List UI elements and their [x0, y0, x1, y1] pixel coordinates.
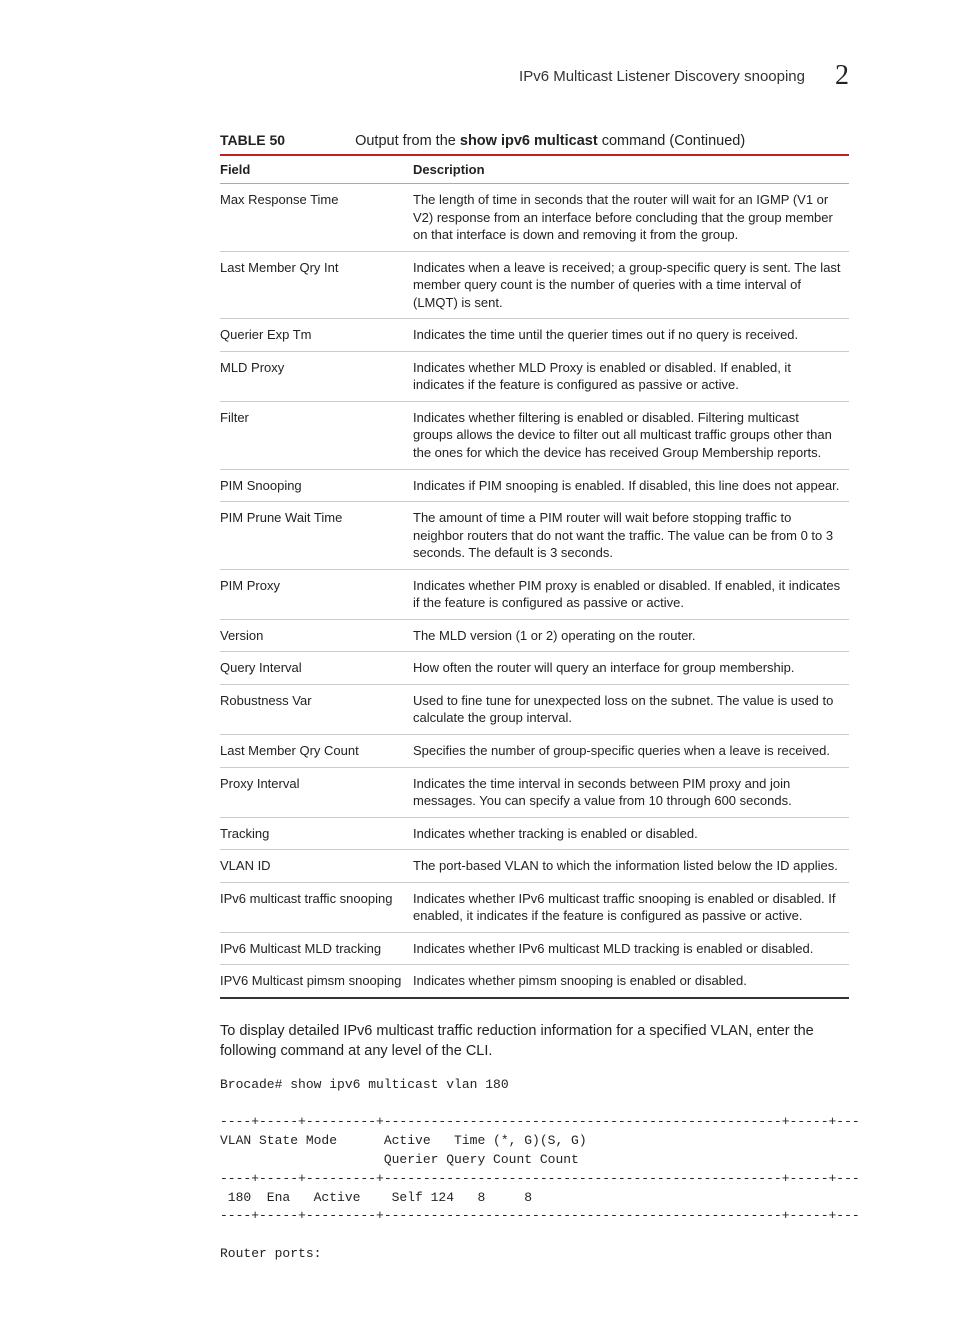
table-row: Last Member Qry IntIndicates when a leav…	[220, 251, 849, 319]
field-cell: Max Response Time	[220, 184, 413, 252]
field-cell: Tracking	[220, 817, 413, 850]
table-caption: TABLE 50 Output from the show ipv6 multi…	[220, 132, 849, 149]
field-cell: VLAN ID	[220, 850, 413, 883]
field-cell: Proxy Interval	[220, 767, 413, 817]
col-header-description: Description	[413, 155, 849, 184]
table-header-row: Field Description	[220, 155, 849, 184]
col-header-field: Field	[220, 155, 413, 184]
description-cell: The amount of time a PIM router will wai…	[413, 502, 849, 570]
page: IPv6 Multicast Listener Discovery snoopi…	[0, 0, 954, 1324]
description-cell: Indicates whether PIM proxy is enabled o…	[413, 569, 849, 619]
caption-suffix: command (Continued)	[598, 133, 746, 149]
description-cell: Indicates the time until the querier tim…	[413, 319, 849, 352]
table-row: MLD ProxyIndicates whether MLD Proxy is …	[220, 351, 849, 401]
table-row: PIM ProxyIndicates whether PIM proxy is …	[220, 569, 849, 619]
field-cell: PIM Snooping	[220, 469, 413, 502]
table-row: Robustness VarUsed to fine tune for unex…	[220, 684, 849, 734]
page-header: IPv6 Multicast Listener Discovery snoopi…	[220, 60, 849, 92]
table-row: TrackingIndicates whether tracking is en…	[220, 817, 849, 850]
description-cell: How often the router will query an inter…	[413, 652, 849, 685]
field-cell: Last Member Qry Count	[220, 735, 413, 768]
table-row: Max Response TimeThe length of time in s…	[220, 184, 849, 252]
description-cell: Indicates if PIM snooping is enabled. If…	[413, 469, 849, 502]
table-row: VLAN IDThe port-based VLAN to which the …	[220, 850, 849, 883]
field-cell: MLD Proxy	[220, 351, 413, 401]
description-cell: Indicates whether IPv6 multicast traffic…	[413, 882, 849, 932]
table-description: Output from the show ipv6 multicast comm…	[355, 133, 745, 149]
table-row: IPv6 multicast traffic snoopingIndicates…	[220, 882, 849, 932]
description-cell: Indicates whether tracking is enabled or…	[413, 817, 849, 850]
field-cell: Last Member Qry Int	[220, 251, 413, 319]
description-cell: The length of time in seconds that the r…	[413, 184, 849, 252]
field-cell: Query Interval	[220, 652, 413, 685]
description-cell: Indicates whether pimsm snooping is enab…	[413, 965, 849, 998]
caption-prefix: Output from the	[355, 133, 460, 149]
table-row: VersionThe MLD version (1 or 2) operatin…	[220, 619, 849, 652]
table-label: TABLE 50	[220, 132, 285, 148]
field-cell: PIM Proxy	[220, 569, 413, 619]
description-cell: Indicates the time interval in seconds b…	[413, 767, 849, 817]
table-row: PIM Prune Wait TimeThe amount of time a …	[220, 502, 849, 570]
description-cell: Indicates whether filtering is enabled o…	[413, 401, 849, 469]
description-cell: Indicates when a leave is received; a gr…	[413, 251, 849, 319]
field-cell: Filter	[220, 401, 413, 469]
field-cell: IPv6 multicast traffic snooping	[220, 882, 413, 932]
field-cell: PIM Prune Wait Time	[220, 502, 413, 570]
description-cell: The port-based VLAN to which the informa…	[413, 850, 849, 883]
description-cell: The MLD version (1 or 2) operating on th…	[413, 619, 849, 652]
table-row: Proxy IntervalIndicates the time interva…	[220, 767, 849, 817]
field-cell: IPv6 Multicast MLD tracking	[220, 932, 413, 965]
table-row: PIM SnoopingIndicates if PIM snooping is…	[220, 469, 849, 502]
description-cell: Indicates whether IPv6 multicast MLD tra…	[413, 932, 849, 965]
description-cell: Specifies the number of group-specific q…	[413, 735, 849, 768]
terminal-output: Brocade# show ipv6 multicast vlan 180 --…	[220, 1076, 849, 1264]
chapter-number: 2	[835, 60, 849, 92]
body-paragraph: To display detailed IPv6 multicast traff…	[220, 1021, 849, 1062]
field-cell: Robustness Var	[220, 684, 413, 734]
field-cell: Version	[220, 619, 413, 652]
field-cell: Querier Exp Tm	[220, 319, 413, 352]
table-row: IPV6 Multicast pimsm snoopingIndicates w…	[220, 965, 849, 998]
table-row: IPv6 Multicast MLD trackingIndicates whe…	[220, 932, 849, 965]
description-cell: Indicates whether MLD Proxy is enabled o…	[413, 351, 849, 401]
table-row: FilterIndicates whether filtering is ena…	[220, 401, 849, 469]
caption-command: show ipv6 multicast	[460, 133, 598, 149]
field-cell: IPV6 Multicast pimsm snooping	[220, 965, 413, 998]
table-row: Query IntervalHow often the router will …	[220, 652, 849, 685]
table-row: Last Member Qry CountSpecifies the numbe…	[220, 735, 849, 768]
section-title: IPv6 Multicast Listener Discovery snoopi…	[519, 68, 805, 85]
description-cell: Used to fine tune for unexpected loss on…	[413, 684, 849, 734]
table-row: Querier Exp TmIndicates the time until t…	[220, 319, 849, 352]
output-table: Field Description Max Response TimeThe l…	[220, 154, 849, 999]
